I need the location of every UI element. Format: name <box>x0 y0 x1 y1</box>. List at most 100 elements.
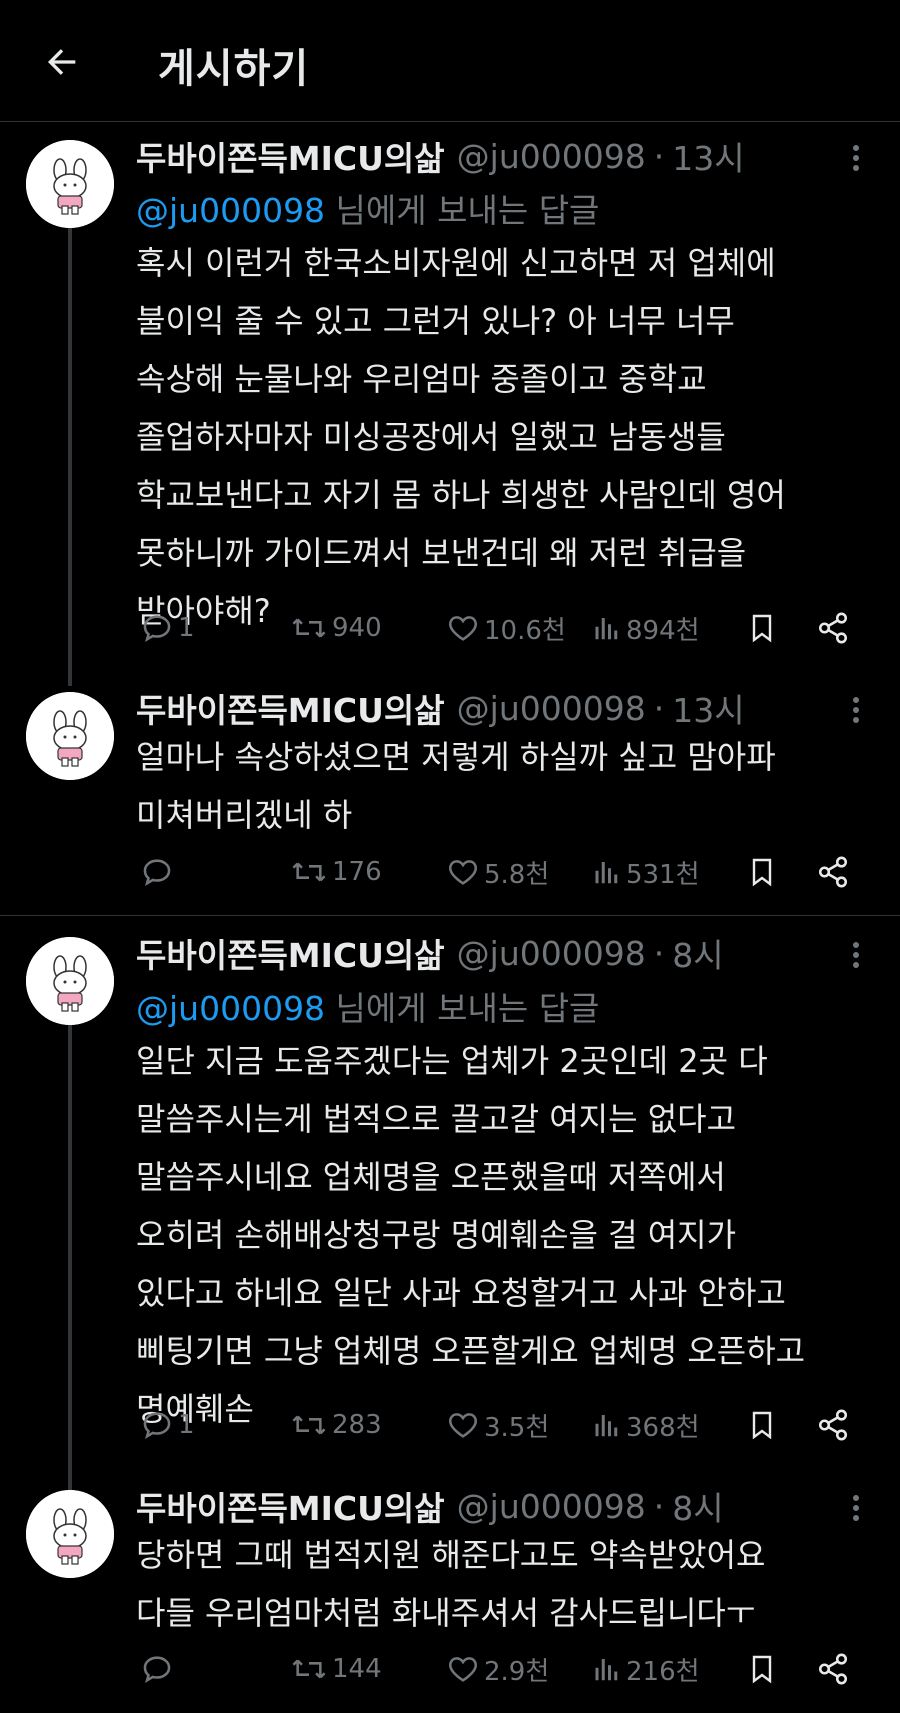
more-button[interactable] <box>838 692 874 728</box>
retweet-button[interactable]: 283 <box>290 1405 382 1445</box>
views-icon <box>595 618 618 640</box>
retweet-icon <box>292 862 326 882</box>
avatar[interactable] <box>26 1490 114 1578</box>
reply-icon <box>143 859 171 887</box>
like-count: 3.5천 <box>484 1412 550 1443</box>
views-button[interactable]: 216천 <box>592 1649 700 1689</box>
retweet-count: 176 <box>332 857 382 887</box>
display-name[interactable]: 두바이쫀득MICU의삶 <box>136 684 445 732</box>
timestamp[interactable]: 13시 <box>672 132 744 180</box>
more-vertical-icon <box>853 697 859 723</box>
more-button[interactable] <box>838 140 874 176</box>
user-handle[interactable]: @ju000098 <box>457 689 646 728</box>
share-button[interactable] <box>816 1649 850 1689</box>
timestamp[interactable]: 8시 <box>672 929 723 977</box>
avatar[interactable] <box>26 692 114 780</box>
like-count: 2.9천 <box>484 1656 550 1687</box>
share-icon <box>818 612 848 644</box>
bookmark-button[interactable] <box>746 852 778 892</box>
retweet-count: 144 <box>332 1654 382 1684</box>
like-button[interactable]: 10.6천 <box>446 608 566 648</box>
reply-mention-link[interactable]: @ju000098 <box>136 191 325 230</box>
heart-icon <box>448 860 478 885</box>
tweet-text: 일단 지금 도움주겠다는 업체가 2곳인데 2곳 다 말씀주시는게 법적으로 끌… <box>136 1042 806 1428</box>
display-name[interactable]: 두바이쫀득MICU의삶 <box>136 1482 445 1530</box>
retweet-button[interactable]: 940 <box>290 608 382 648</box>
views-icon <box>595 862 618 884</box>
tweet-text: 얼마나 속상하셨으면 저렇게 하실까 싶고 맘아파 미쳐버리겠네 하 <box>136 738 776 834</box>
author-row: 두바이쫀득MICU의삶 @ju000098 · 8시 <box>136 929 724 977</box>
reply-context: @ju000098 님에게 보내는 답글 <box>136 184 599 232</box>
bookmark-icon <box>752 858 772 887</box>
more-vertical-icon <box>853 145 859 171</box>
action-bar: 176 5.8천 531천 <box>140 852 860 892</box>
share-button[interactable] <box>816 608 850 648</box>
display-name[interactable]: 두바이쫀득MICU의삶 <box>136 132 445 180</box>
page-title: 게시하기 <box>158 46 310 92</box>
retweet-button[interactable]: 176 <box>290 852 382 892</box>
separator-dot: · <box>653 136 665 176</box>
bookmark-button[interactable] <box>746 1649 778 1689</box>
reply-mention-link[interactable]: @ju000098 <box>136 989 325 1028</box>
reply-context-label: 님에게 보내는 답글 <box>325 989 600 1028</box>
reply-button[interactable] <box>140 852 178 892</box>
bunny-avatar-icon <box>26 937 114 1025</box>
user-handle[interactable]: @ju000098 <box>457 137 646 176</box>
avatar[interactable] <box>26 140 114 228</box>
reply-count: 1 <box>178 1410 195 1440</box>
reply-button[interactable] <box>140 1649 178 1689</box>
arrow-left-icon <box>47 49 76 75</box>
author-row: 두바이쫀득MICU의삶 @ju000098 · 13시 <box>136 132 745 180</box>
retweet-count: 283 <box>332 1410 382 1440</box>
share-button[interactable] <box>816 852 850 892</box>
tweet-text: 당하면 그때 법적지원 해준다고도 약속받았어요 다들 우리엄마처럼 화내주셔서… <box>136 1536 766 1632</box>
bookmark-button[interactable] <box>746 1405 778 1445</box>
heart-icon <box>448 616 478 641</box>
like-button[interactable]: 5.8천 <box>446 852 549 892</box>
author-row: 두바이쫀득MICU의삶 @ju000098 · 8시 <box>136 1482 724 1530</box>
retweet-button[interactable]: 144 <box>290 1649 382 1689</box>
display-name[interactable]: 두바이쫀득MICU의삶 <box>136 929 445 977</box>
reply-button[interactable]: 1 <box>140 1405 195 1445</box>
bookmark-button[interactable] <box>746 608 778 648</box>
bookmark-icon <box>752 1655 772 1684</box>
bookmark-icon <box>752 1411 772 1440</box>
top-bar: 게시하기 <box>0 0 900 122</box>
heart-icon <box>448 1657 478 1682</box>
views-icon <box>595 1659 618 1681</box>
bunny-avatar-icon <box>26 1490 114 1578</box>
like-button[interactable]: 3.5천 <box>446 1405 549 1445</box>
views-button[interactable]: 368천 <box>592 1405 700 1445</box>
separator-dot: · <box>653 1486 665 1526</box>
view-count: 216천 <box>626 1656 700 1687</box>
user-handle[interactable]: @ju000098 <box>457 1487 646 1526</box>
tweet-text: 혹시 이런거 한국소비자원에 신고하면 저 업체에 불이익 줄 수 있고 그런거… <box>136 244 786 630</box>
avatar[interactable] <box>26 937 114 1025</box>
retweet-icon <box>292 618 326 638</box>
view-count: 368천 <box>626 1412 700 1443</box>
separator-dot: · <box>653 933 665 973</box>
reply-icon <box>143 1656 171 1684</box>
views-button[interactable]: 531천 <box>592 852 700 892</box>
share-icon <box>818 1653 848 1685</box>
timestamp[interactable]: 13시 <box>672 684 744 732</box>
views-button[interactable]: 894천 <box>592 608 700 648</box>
more-button[interactable] <box>838 937 874 973</box>
author-row: 두바이쫀득MICU의삶 @ju000098 · 13시 <box>136 684 745 732</box>
separator-dot: · <box>653 688 665 728</box>
share-button[interactable] <box>816 1405 850 1445</box>
back-button[interactable] <box>38 38 86 86</box>
action-bar: 1 283 3.5천 368천 <box>140 1405 860 1445</box>
user-handle[interactable]: @ju000098 <box>457 934 646 973</box>
more-button[interactable] <box>838 1490 874 1526</box>
retweet-count: 940 <box>332 613 382 643</box>
more-vertical-icon <box>853 1495 859 1521</box>
like-button[interactable]: 2.9천 <box>446 1649 549 1689</box>
heart-icon <box>448 1413 478 1438</box>
reply-button[interactable]: 1 <box>140 608 195 648</box>
divider <box>0 915 900 916</box>
action-bar: 1 940 10.6천 894천 <box>140 608 860 648</box>
timestamp[interactable]: 8시 <box>672 1482 723 1530</box>
reply-context-label: 님에게 보내는 답글 <box>325 191 600 230</box>
view-count: 894천 <box>626 615 700 646</box>
